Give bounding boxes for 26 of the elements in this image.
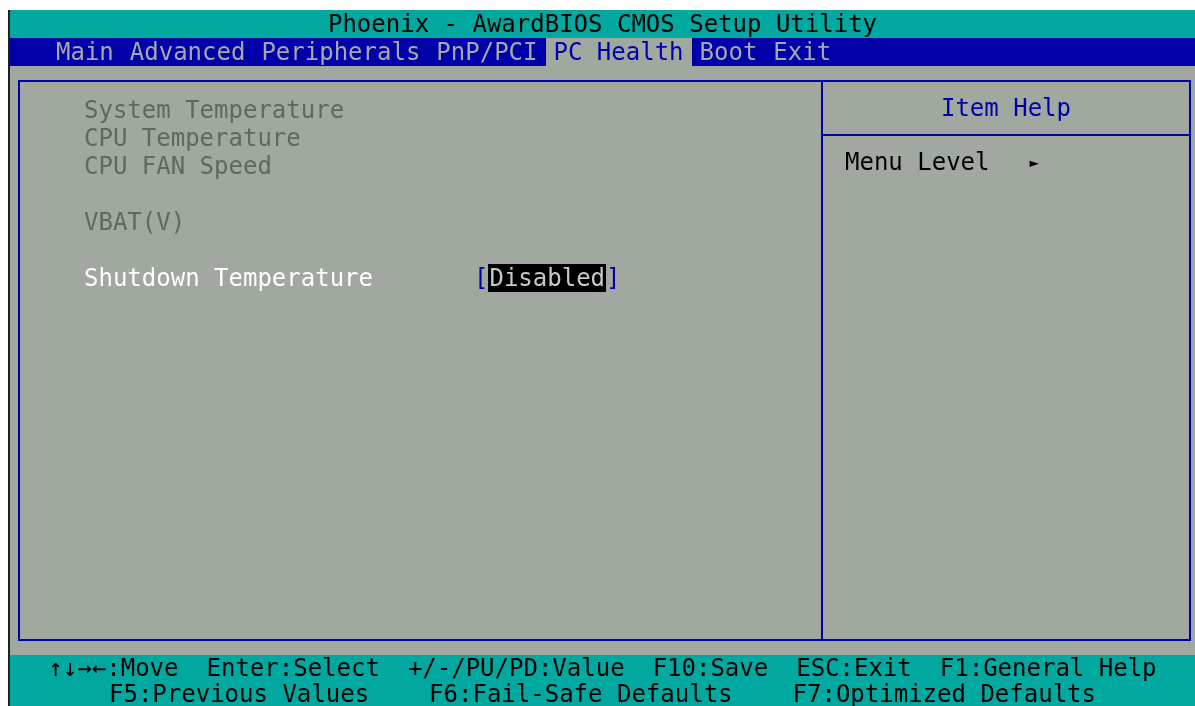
menu-level-label: Menu Level	[845, 148, 990, 178]
setting-label: CPU Temperature	[84, 124, 302, 152]
item-help-title: Item Help	[823, 82, 1189, 136]
menu-tab[interactable]: PC Health	[545, 38, 692, 66]
key-hint: F6:Fail-Safe Defaults	[429, 681, 733, 706]
bracket: [	[474, 264, 489, 292]
bracket: ]	[606, 264, 621, 292]
setting-label: CPU FAN Speed	[84, 152, 273, 180]
key-hint: Enter:Select	[206, 655, 380, 681]
menu-tab[interactable]: PnP/PCI	[428, 38, 546, 66]
key-hint: +/-/PU/PD:Value	[407, 655, 625, 681]
setting-value[interactable]: Disabled	[488, 264, 607, 292]
key-hint: ↑↓→←:Move	[48, 655, 179, 681]
key-hint: F10:Save	[652, 655, 769, 681]
setting-label: VBAT(V)	[84, 208, 187, 236]
menu-tab[interactable]: Exit	[765, 38, 840, 66]
key-hint: F5:Previous Values	[109, 681, 370, 706]
menu-tab[interactable]: Peripherals	[253, 38, 429, 66]
menu-tab[interactable]: Boot	[691, 38, 766, 66]
setting-label: System Temperature	[84, 96, 346, 124]
menu-level-marker: ►	[1029, 152, 1040, 174]
window-title: Phoenix - AwardBIOS CMOS Setup Utility	[10, 10, 1195, 38]
key-hint: ESC:Exit	[796, 655, 912, 681]
key-hint: F1:General Help	[939, 655, 1157, 681]
menu-tab[interactable]: Advanced	[121, 38, 254, 66]
menu-tab[interactable]: Main	[48, 38, 122, 66]
